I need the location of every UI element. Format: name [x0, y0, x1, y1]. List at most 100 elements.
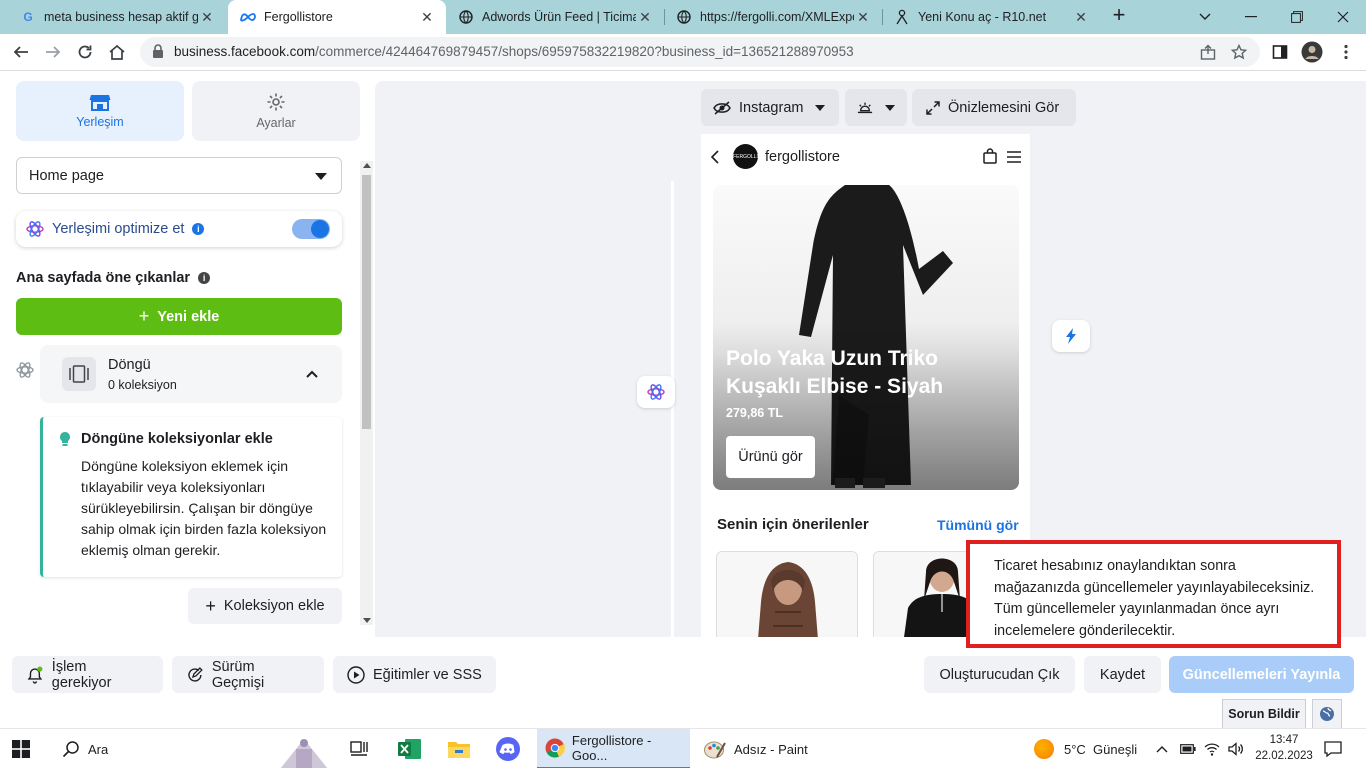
close-tab-icon[interactable]: ✕: [636, 9, 654, 26]
hero-title: Polo Yaka Uzun Triko Kuşaklı Elbise - Si…: [726, 347, 944, 398]
add-collection-button[interactable]: + Koleksiyon ekle: [188, 588, 342, 624]
save-button[interactable]: Kaydet: [1084, 656, 1161, 693]
excel-icon[interactable]: [398, 729, 424, 768]
close-tab-icon[interactable]: ✕: [418, 9, 436, 26]
discord-icon[interactable]: [496, 729, 522, 768]
home-icon[interactable]: [104, 39, 130, 65]
close-window-icon[interactable]: [1320, 0, 1366, 34]
battery-icon[interactable]: [1180, 729, 1196, 768]
tray-chevron-up-icon[interactable]: [1156, 729, 1168, 768]
chrome-icon: [545, 738, 565, 758]
report-problem-button[interactable]: Sorun Bildir: [1222, 699, 1306, 729]
scroll-thumb[interactable]: [362, 175, 371, 429]
scroll-up-arrow-icon[interactable]: [363, 163, 371, 168]
weather-widget[interactable]: 5°C Güneşli: [1034, 729, 1137, 768]
caret-down-icon: [315, 173, 327, 180]
bookmark-star-icon[interactable]: [1229, 43, 1249, 61]
forward-arrow-icon[interactable]: [40, 39, 66, 65]
page-select[interactable]: Home page: [16, 157, 342, 194]
address-bar[interactable]: business.facebook.com/commerce/424464769…: [140, 37, 1260, 67]
task-view-icon[interactable]: [350, 729, 372, 768]
google-g-icon: G: [23, 10, 33, 24]
action-required-label: İşlem gerekiyor: [51, 658, 112, 691]
exit-builder-button[interactable]: Oluşturucudan Çık: [924, 656, 1075, 693]
sidebar-scrollbar[interactable]: [360, 161, 373, 625]
add-new-button[interactable]: + Yeni ekle: [16, 298, 342, 335]
browser-tab-2[interactable]: Fergollistore ✕: [228, 0, 446, 34]
lock-icon[interactable]: [152, 44, 164, 62]
tab-layout[interactable]: Yerleşim: [16, 81, 184, 141]
see-all-link[interactable]: Tümünü gör: [937, 517, 1019, 533]
notification-center-icon[interactable]: [1324, 729, 1342, 768]
publish-updates-button[interactable]: Güncellemeleri Yayınla: [1169, 656, 1354, 693]
close-tab-icon[interactable]: ✕: [854, 9, 872, 26]
scroll-down-arrow-icon[interactable]: [363, 618, 371, 623]
minimize-icon[interactable]: [1228, 0, 1274, 34]
carousel-icon: [62, 357, 96, 391]
shopping-bag-icon[interactable]: [983, 148, 997, 167]
hero-product-card[interactable]: Polo Yaka Uzun Triko Kuşaklı Elbise - Si…: [713, 185, 1019, 490]
tab-search-chevron-icon[interactable]: [1182, 0, 1228, 34]
taskbar-search[interactable]: Ara: [62, 729, 342, 768]
section-title-text: Ana sayfada öne çıkanlar: [16, 270, 191, 286]
close-tab-icon[interactable]: ✕: [198, 9, 216, 26]
kebab-menu-icon[interactable]: [1333, 39, 1359, 65]
theme-select[interactable]: [845, 89, 907, 126]
profile-avatar[interactable]: [1299, 39, 1325, 65]
atom-icon[interactable]: [16, 361, 34, 382]
back-chevron-icon[interactable]: [710, 150, 719, 167]
browser-tab-5[interactable]: Yeni Konu aç - R10.net ✕: [882, 0, 1100, 34]
tab-title: Yeni Konu aç - R10.net: [918, 10, 1047, 24]
loop-card[interactable]: Döngü 0 koleksiyon: [40, 345, 342, 403]
info-icon[interactable]: i: [192, 223, 205, 235]
action-required-button[interactable]: İşlem gerekiyor: [12, 656, 163, 693]
version-history-button[interactable]: Sürüm Geçmişi: [172, 656, 324, 693]
file-explorer-icon[interactable]: [447, 729, 473, 768]
search-label: Ara: [88, 741, 109, 757]
taskbar-paint-label: Adsız - Paint: [734, 741, 808, 757]
view-product-button[interactable]: Ürünü gör: [726, 436, 815, 478]
globe-icon[interactable]: [1312, 699, 1342, 729]
lightbulb-icon: [59, 431, 71, 450]
new-tab-plus-icon[interactable]: +: [1108, 4, 1130, 27]
paint-icon: [704, 741, 726, 759]
loop-subtitle: 0 koleksiyon: [108, 378, 177, 392]
recommended-product-card[interactable]: [716, 551, 858, 637]
taskbar-chrome-item[interactable]: Fergollistore - Goo...: [537, 729, 690, 768]
sun-icon: [857, 102, 873, 113]
eye-slash-icon: [713, 100, 731, 115]
browser-tab-1[interactable]: G meta business hesap aktif gö ✕: [8, 0, 226, 34]
volume-icon[interactable]: [1228, 729, 1244, 768]
optimize-toggle[interactable]: [292, 219, 330, 239]
tip-title: Döngüne koleksiyonlar ekle: [81, 431, 273, 447]
browser-tab-3[interactable]: Adwords Ürün Feed | Ticimax ✕: [446, 0, 664, 34]
meta-icon: [240, 9, 256, 25]
tab-settings[interactable]: Ayarlar: [192, 81, 360, 141]
chevron-up-icon[interactable]: [306, 365, 318, 381]
tab-title: meta business hesap aktif gö: [44, 10, 198, 24]
back-arrow-icon[interactable]: [8, 39, 34, 65]
section-title: Ana sayfada öne çıkanlar i: [16, 270, 211, 286]
hamburger-menu-icon[interactable]: [1007, 150, 1021, 166]
platform-select[interactable]: Instagram: [701, 89, 839, 126]
sun-icon: [1034, 739, 1054, 759]
r10-icon: [894, 9, 910, 25]
browser-tab-4[interactable]: https://fergolli.com/XMLExpo ✕: [664, 0, 882, 34]
add-new-label: Yeni ekle: [157, 308, 220, 325]
tutorials-button[interactable]: Eğitimler ve SSS: [333, 656, 496, 693]
reload-icon[interactable]: [72, 39, 98, 65]
wifi-icon[interactable]: [1204, 729, 1220, 768]
atom-icon[interactable]: [637, 376, 675, 408]
clock-time: 13:47: [1269, 734, 1299, 746]
lightning-icon[interactable]: [1052, 320, 1090, 352]
full-preview-button[interactable]: Önizlemesini Gör: [912, 89, 1076, 126]
recommendations-title: Senin için önerilenler: [717, 516, 869, 533]
windows-start-icon[interactable]: [12, 729, 36, 768]
share-icon[interactable]: [1198, 43, 1218, 61]
taskbar-paint-item[interactable]: Adsız - Paint: [704, 729, 824, 768]
close-tab-icon[interactable]: ✕: [1072, 9, 1090, 26]
taskbar-clock[interactable]: 13:47 22.02.2023: [1254, 732, 1314, 764]
restore-icon[interactable]: [1274, 0, 1320, 34]
side-panel-icon[interactable]: [1267, 39, 1293, 65]
info-icon[interactable]: i: [198, 272, 211, 284]
